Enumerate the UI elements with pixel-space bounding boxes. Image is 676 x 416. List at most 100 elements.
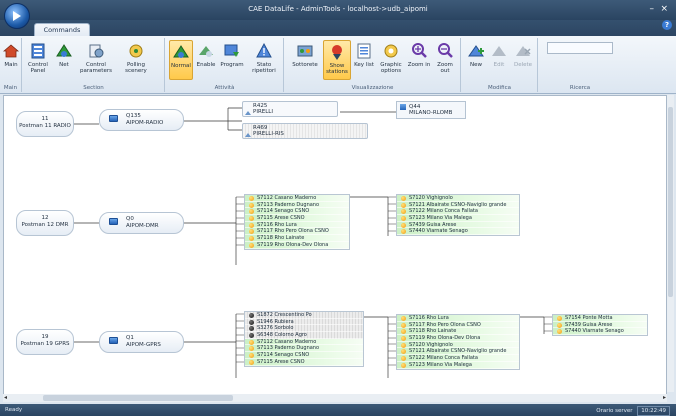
station-status-icon: [401, 336, 406, 342]
station-item[interactable]: S1946 Rubiera: [245, 318, 363, 326]
control-parameters-icon: [89, 44, 104, 58]
delete-button[interactable]: Delete: [512, 40, 534, 80]
station-status-icon: [401, 349, 406, 355]
station-status-icon: [401, 229, 406, 235]
station-item[interactable]: S7116 Rho Lura: [397, 315, 519, 322]
tab-commands[interactable]: Commands: [34, 23, 90, 36]
aipom-node-dmr[interactable]: Q0 AIPOM-DMR: [99, 212, 184, 234]
station-item[interactable]: S7118 Rho Lainate: [397, 328, 519, 336]
station-item[interactable]: S7116 Rho Lura: [245, 221, 349, 229]
station-item[interactable]: S7121 Albairate CSNO-Naviglio grande: [397, 348, 519, 356]
vertical-scroll-thumb[interactable]: [668, 107, 673, 297]
vertical-scrollbar[interactable]: [667, 95, 674, 392]
net-icon: [56, 44, 72, 57]
application-menu-button[interactable]: [4, 3, 30, 29]
station-item[interactable]: S7123 Milano Via Malega: [397, 215, 519, 222]
search-input[interactable]: [547, 42, 613, 54]
normal-button[interactable]: Normal: [169, 40, 193, 80]
postman-label: Postman 12 DMR: [21, 222, 69, 228]
repeater-node-pirelli-ris[interactable]: R469 PIRELLI-RIS: [242, 123, 368, 139]
station-item[interactable]: S6348 Colorno Agro: [245, 332, 363, 339]
repeater-icon: [245, 133, 251, 137]
station-item[interactable]: S7118 Rho Lainate: [245, 235, 349, 242]
ribbon: Main Main Control Panel Net Control para…: [0, 36, 676, 94]
main-button[interactable]: Main: [1, 40, 21, 80]
postman-node-radio[interactable]: 11 Postman 11 RADIO: [16, 111, 74, 137]
horizontal-scroll-thumb[interactable]: [43, 395, 233, 401]
concentrator-node-milano[interactable]: Q44 MILANO-RLOMB: [396, 101, 466, 119]
new-button[interactable]: New: [466, 40, 486, 80]
station-item[interactable]: S7154 Ponte Motta: [553, 315, 647, 322]
enable-button[interactable]: Enable: [195, 40, 217, 80]
station-item[interactable]: S7117 Rho Pero Olona CSNO: [245, 228, 349, 236]
aipom-node-gprs[interactable]: Q1 AIPOM-GPRS: [99, 331, 184, 353]
station-item[interactable]: S7440 Viarnate Senago: [553, 328, 647, 336]
polling-scenery-button[interactable]: Polling scenery: [119, 40, 153, 80]
station-item[interactable]: S3276 Sorbolo: [245, 325, 363, 333]
network-tree-canvas[interactable]: 11 Postman 11 RADIO Q135 AIPOM-RADIO R42…: [3, 95, 667, 402]
station-item[interactable]: S7120 Vighignolo: [397, 341, 519, 349]
station-item[interactable]: S7113 Paderno Dugnano: [245, 345, 363, 353]
control-panel-button[interactable]: Control Panel: [25, 40, 51, 80]
station-status-icon: [249, 339, 254, 345]
graphic-options-button[interactable]: Graphic options: [377, 40, 405, 80]
station-status-icon: [249, 333, 254, 339]
aipom-node-radio[interactable]: Q135 AIPOM-RADIO: [99, 109, 184, 131]
stato-ripetitori-button[interactable]: Stato ripetitori: [248, 40, 280, 80]
program-button[interactable]: Program: [219, 40, 245, 80]
station-item[interactable]: S7439 Guisa Arese: [553, 321, 647, 329]
station-item[interactable]: S7112 Casano Maderno: [245, 195, 349, 202]
control-parameters-button[interactable]: Control parameters: [79, 40, 113, 80]
station-item[interactable]: S7114 Senago CSNO: [245, 352, 363, 359]
show-stations-button[interactable]: Show stations: [323, 40, 351, 80]
zoom-in-button[interactable]: Zoom in: [407, 40, 431, 80]
station-status-icon: [249, 313, 254, 318]
station-item[interactable]: S7120 Vighignolo: [397, 195, 519, 202]
station-item[interactable]: S7113 Paderno Dugnano: [245, 201, 349, 209]
station-status-icon: [249, 196, 254, 201]
station-item[interactable]: S7121 Albairate CSNO-Naviglio grande: [397, 201, 519, 209]
scroll-left-arrow-icon[interactable]: ◂: [4, 394, 7, 401]
zoom-out-button[interactable]: Zoom out: [433, 40, 457, 80]
station-item[interactable]: S7119 Rho Olona-Dev Olona: [397, 335, 519, 342]
station-item[interactable]: S7122 Milano Conca Fallata: [397, 355, 519, 362]
station-item[interactable]: S7119 Rho Olona-Dev Olona: [245, 241, 349, 249]
postman-node-dmr[interactable]: 12 Postman 12 DMR: [16, 210, 74, 236]
group-main: Main Main: [0, 38, 22, 92]
net-label: Net: [59, 62, 69, 68]
repeater-icon: [245, 111, 251, 115]
key-list-button[interactable]: Key list: [353, 40, 375, 80]
station-status-icon: [557, 322, 562, 328]
close-button[interactable]: ×: [660, 4, 668, 14]
net-button[interactable]: Net: [53, 40, 75, 80]
postman-node-gprs[interactable]: 19 Postman 19 GPRS: [16, 329, 74, 355]
scroll-right-arrow-icon[interactable]: ▸: [663, 394, 666, 401]
station-item[interactable]: S7440 Viarnate Senago: [397, 228, 519, 236]
station-status-icon: [401, 356, 406, 362]
minimize-button[interactable]: –: [650, 4, 655, 14]
group-visualizzazione: Sottorete Show stations Key list Graphic…: [285, 38, 461, 92]
station-item[interactable]: S7123 Milano Via Malega: [397, 361, 519, 369]
concentrator-icon: [400, 104, 406, 110]
stato-ripetitori-label: Stato ripetitori: [252, 62, 276, 74]
aipom-icon: [109, 337, 118, 344]
station-item[interactable]: S7439 Guisa Arese: [397, 221, 519, 229]
group-ricerca: Ricerca: [539, 38, 621, 92]
repeater-node-pirelli[interactable]: R425 PIRELLI: [242, 101, 338, 117]
horizontal-scrollbar[interactable]: ◂ ▸: [3, 394, 667, 402]
station-item[interactable]: S7114 Senago CSNO: [245, 208, 349, 216]
postman-label: Postman 11 RADIO: [19, 123, 71, 129]
station-item[interactable]: S7112 Casano Maderno: [245, 338, 363, 346]
help-button[interactable]: ?: [662, 20, 672, 30]
station-item[interactable]: S7115 Arese CSNO: [245, 215, 349, 222]
server-time-label: Orario server: [596, 408, 633, 414]
station-item[interactable]: S7117 Rho Pero Olona CSNO: [397, 321, 519, 329]
program-label: Program: [220, 62, 244, 68]
edit-button[interactable]: Edit: [489, 40, 509, 80]
sottorete-button[interactable]: Sottorete: [288, 40, 322, 80]
station-item[interactable]: S7115 Arese CSNO: [245, 358, 363, 366]
station-item[interactable]: S7122 Milano Conca Fallata: [397, 208, 519, 216]
station-list-gprs-3: S7154 Ponte Motta S7439 Guisa Arese S744…: [552, 314, 648, 337]
polling-scenery-icon: [129, 44, 143, 58]
station-item[interactable]: S1872 Crescentino Po: [245, 312, 363, 319]
